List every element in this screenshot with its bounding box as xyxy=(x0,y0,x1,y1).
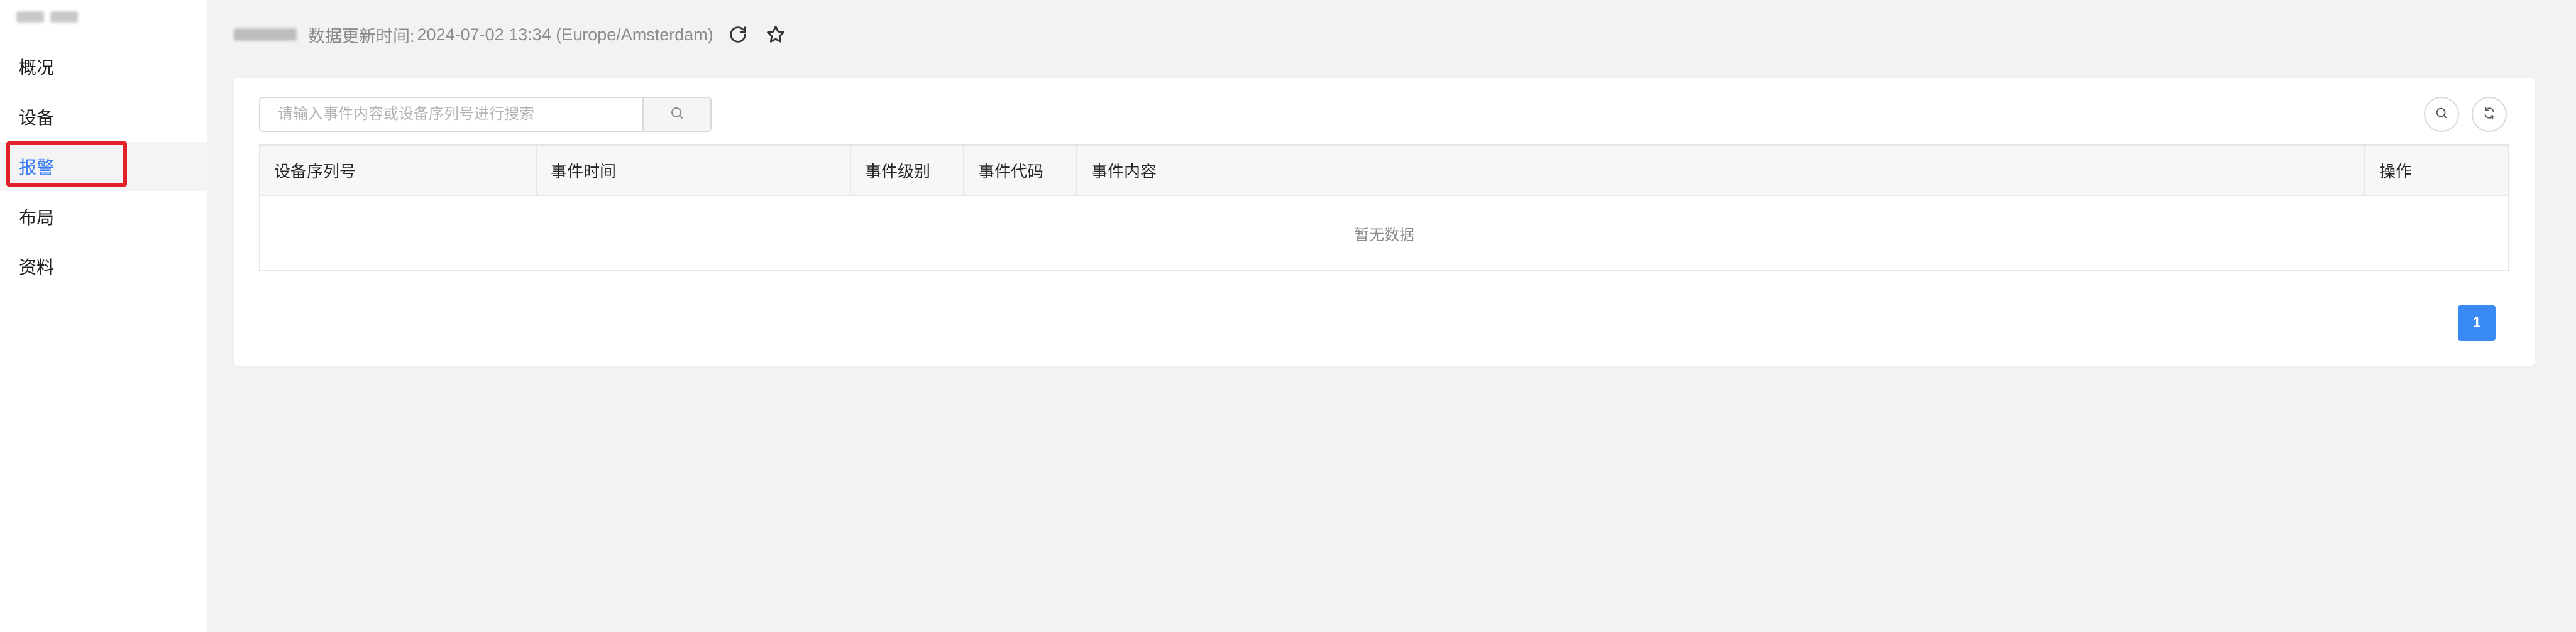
sidebar-item-label: 布局 xyxy=(19,208,55,227)
alarm-table: 设备序列号 事件时间 事件级别 事件代码 事件内容 操作 暂无数据 xyxy=(259,144,2509,271)
column-header-actions: 操作 xyxy=(2379,161,2413,181)
search-toggle-button[interactable] xyxy=(2424,97,2459,132)
sync-icon xyxy=(2482,106,2496,123)
refresh-icon[interactable] xyxy=(725,21,751,48)
sidebar-item-label: 报警 xyxy=(19,158,55,177)
update-time-label: 数据更新时间: xyxy=(308,26,415,46)
alarm-list-card: 设备序列号 事件时间 事件级别 事件代码 事件内容 操作 暂无数据 1 xyxy=(234,78,2535,366)
search-bar xyxy=(259,97,712,132)
search-button[interactable] xyxy=(642,97,712,132)
search-icon xyxy=(2435,106,2448,123)
sidebar-item-devices[interactable]: 设备 xyxy=(0,92,207,141)
search-input[interactable] xyxy=(259,97,642,132)
sidebar-item-label: 概况 xyxy=(19,58,55,77)
update-time-value: 2024-07-02 13:34 (Europe/Amsterdam) xyxy=(417,25,713,44)
table-header: 设备序列号 事件时间 事件级别 事件代码 事件内容 操作 xyxy=(260,146,2508,196)
table-body: 暂无数据 xyxy=(260,196,2508,270)
sidebar-item-label: 设备 xyxy=(19,108,55,128)
empty-state-text: 暂无数据 xyxy=(1354,226,1414,244)
sidebar-item-layout[interactable]: 布局 xyxy=(0,192,207,241)
reload-button[interactable] xyxy=(2472,97,2507,132)
sidebar-item-documents[interactable]: 资料 xyxy=(0,242,207,291)
column-header-code: 事件代码 xyxy=(964,146,1077,195)
sidebar: 概况 设备 报警 布局 资料 xyxy=(0,0,207,632)
app-logo xyxy=(16,9,85,25)
column-header-level: 事件级别 xyxy=(851,146,964,195)
star-icon[interactable] xyxy=(762,21,789,48)
column-header-time: 事件时间 xyxy=(537,146,851,195)
page-header: 数据更新时间: 2024-07-02 13:34 (Europe/Amsterd… xyxy=(234,19,789,50)
pagination-page-button[interactable]: 1 xyxy=(2458,305,2496,341)
sidebar-item-overview[interactable]: 概况 xyxy=(0,42,207,91)
column-header-serial: 设备序列号 xyxy=(260,146,537,195)
sidebar-item-label: 资料 xyxy=(19,258,55,277)
sidebar-item-alarms[interactable]: 报警 xyxy=(0,142,207,191)
search-icon xyxy=(669,106,685,124)
site-name xyxy=(234,28,297,41)
column-header-content: 事件内容 xyxy=(1077,146,2365,195)
